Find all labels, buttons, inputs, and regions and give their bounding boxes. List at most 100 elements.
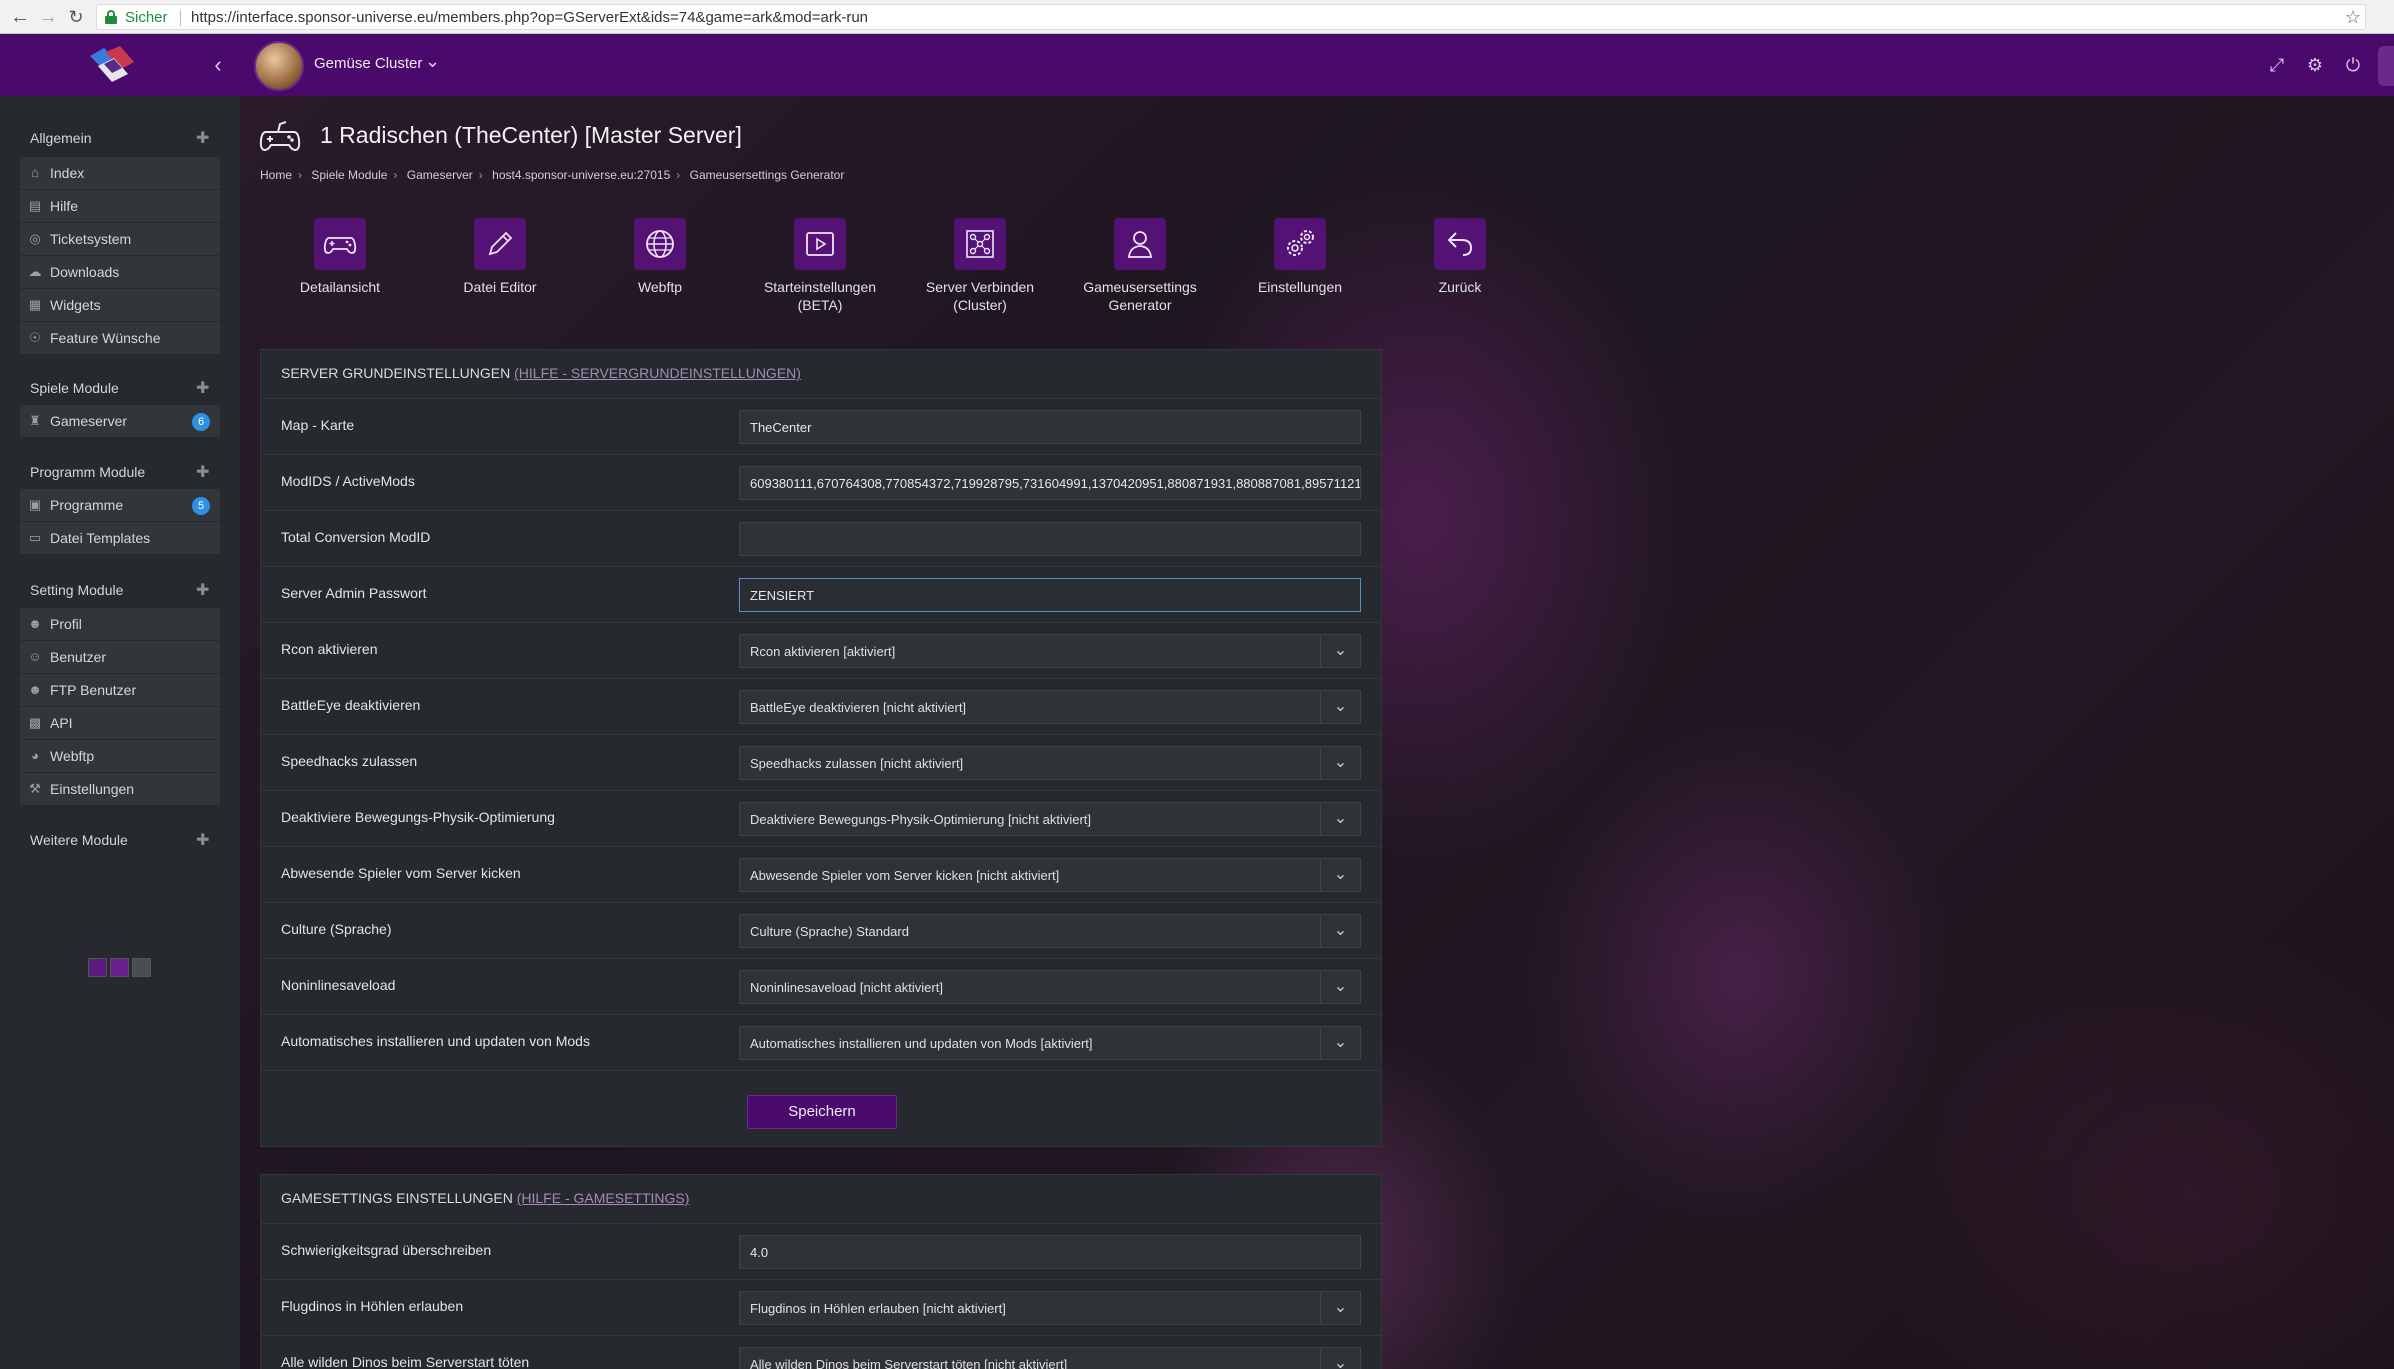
address-bar[interactable]: Sicher https://interface.sponsor-univers… <box>96 4 2366 30</box>
power-icon[interactable]: ⏻ <box>2340 52 2366 78</box>
auto-mod-update-select[interactable]: Automatisches installieren und updaten v… <box>739 1026 1361 1060</box>
add-icon[interactable]: ✚ <box>196 462 209 482</box>
panel-edge-tab[interactable] <box>2378 46 2394 86</box>
chevron-down-icon[interactable]: ⌄ <box>1320 1027 1360 1059</box>
ftp-user-icon: ☻ <box>28 682 42 697</box>
map-input[interactable]: TheCenter <box>739 410 1361 444</box>
sidebar-item-profil[interactable]: ☻ Profil <box>20 608 220 641</box>
sidebar-item-downloads[interactable]: ☁ Downloads <box>20 256 220 289</box>
modids-input[interactable]: 609380111,670764308,770854372,719928795,… <box>739 466 1361 500</box>
gear-icon[interactable]: ⚙ <box>2302 52 2328 78</box>
sidebar-item-datei-templates[interactable]: ▭ Datei Templates <box>20 522 220 555</box>
chevron-down-icon[interactable]: ⌄ <box>1320 859 1360 891</box>
sidebar: Allgemein ✚ ⌂ Index ▤ Hilfe ◎ Ticketsystem … <box>0 96 240 1369</box>
quick-action-server-verbinden[interactable]: Server Verbinden (Cluster) <box>900 218 1060 314</box>
sidebar-collapse-icon[interactable]: ‹ <box>206 53 230 77</box>
bookmark-star-icon[interactable]: ☆ <box>2345 7 2361 28</box>
breadcrumb-item[interactable]: Spiele Module <box>311 168 387 182</box>
chevron-down-icon[interactable]: ⌄ <box>1320 1348 1360 1369</box>
server-grundeinstellungen-panel: SERVER GRUNDEINSTELLUNGEN (HILFE - SERVE… <box>260 349 1382 1147</box>
kill-wild-dinos-select[interactable]: Alle wilden Dinos beim Serverstart töten… <box>739 1347 1361 1369</box>
sidebar-item-ftp-benutzer[interactable]: ☻ FTP Benutzer <box>20 674 220 707</box>
sidebar-item-benutzer[interactable]: ☺ Benutzer <box>20 641 220 674</box>
sidebar-item-index[interactable]: ⌂ Index <box>20 157 220 190</box>
save-button[interactable]: Speichern <box>747 1095 897 1129</box>
add-icon[interactable]: ✚ <box>196 128 209 148</box>
chevron-down-icon[interactable]: ⌄ <box>1320 635 1360 667</box>
breadcrumb-item[interactable]: Gameserver <box>407 168 473 182</box>
avatar[interactable] <box>254 41 304 91</box>
quick-action-label: Server Verbinden (Cluster) <box>925 279 1035 313</box>
theme-swatch-violet[interactable] <box>110 958 129 977</box>
add-icon[interactable]: ✚ <box>196 580 209 600</box>
sidebar-item-einstellungen[interactable]: ⚒ Einstellungen <box>20 773 220 806</box>
chevron-down-icon[interactable]: ⌄ <box>1320 747 1360 779</box>
sidebar-item-widgets[interactable]: ▦ Widgets <box>20 289 220 322</box>
breadcrumb-item[interactable]: host4.sponsor-universe.eu:27015 <box>492 168 670 182</box>
form-row: BattleEye deaktivieren BattleEye deaktiv… <box>261 678 1381 734</box>
form-row: Noninlinesaveload Noninlinesaveload [nic… <box>261 958 1381 1014</box>
brand-logo-icon[interactable] <box>84 44 140 84</box>
chevron-down-icon[interactable]: ⌄ <box>1320 971 1360 1003</box>
help-link[interactable]: (HILFE - SERVERGRUNDEINSTELLUNGEN) <box>514 365 801 381</box>
sidebar-item-hilfe[interactable]: ▤ Hilfe <box>20 190 220 223</box>
breadcrumb-item[interactable]: Home <box>260 168 292 182</box>
reload-icon[interactable]: ↻ <box>64 5 88 29</box>
flyers-in-caves-select[interactable]: Flugdinos in Höhlen erlauben [nicht akti… <box>739 1291 1361 1325</box>
quick-action-gameusersettings-generator[interactable]: Gameusersettings Generator <box>1060 218 1220 314</box>
field-label: BattleEye deaktivieren <box>281 697 421 713</box>
url-text[interactable]: https://interface.sponsor-universe.eu/me… <box>191 9 868 26</box>
sidebar-item-webftp[interactable]: ◕ Webftp <box>20 740 220 773</box>
add-icon[interactable]: ✚ <box>196 830 209 850</box>
kick-idle-select[interactable]: Abwesende Spieler vom Server kicken [nic… <box>739 858 1361 892</box>
sidebar-item-label: Gameserver <box>50 413 128 429</box>
chevron-down-icon[interactable]: ⌄ <box>1320 1292 1360 1324</box>
noninlinesaveload-select[interactable]: Noninlinesaveload [nicht aktiviert] ⌄ <box>739 970 1361 1004</box>
chevron-down-icon[interactable]: ⌄ <box>1320 915 1360 947</box>
quick-action-datei-editor[interactable]: Datei Editor <box>420 218 580 296</box>
field-label: Server Admin Passwort <box>281 585 427 601</box>
theme-swatch-purple[interactable] <box>88 958 107 977</box>
physics-optimization-select[interactable]: Deaktiviere Bewegungs-Physik-Optimierung… <box>739 802 1361 836</box>
cluster-name[interactable]: Gemüse Cluster <box>314 55 422 72</box>
sidebar-item-feature-wuensche[interactable]: ☉ Feature Wünsche <box>20 322 220 355</box>
total-conversion-input[interactable] <box>739 522 1361 556</box>
help-link[interactable]: (HILFE - GAMESETTINGS) <box>517 1190 690 1206</box>
sidebar-item-gameserver[interactable]: ♜ Gameserver 6 <box>20 405 220 438</box>
form-row: Automatisches installieren und updaten v… <box>261 1014 1381 1070</box>
form-row: Speedhacks zulassen Speedhacks zulassen … <box>261 734 1381 790</box>
quick-action-zurueck[interactable]: Zurück <box>1380 218 1540 296</box>
quick-action-einstellungen[interactable]: Einstellungen <box>1220 218 1380 296</box>
difficulty-input[interactable]: 4.0 <box>739 1235 1361 1269</box>
panel-title: SERVER GRUNDEINSTELLUNGEN <box>281 365 511 381</box>
form-row: ModIDS / ActiveMods 609380111,670764308,… <box>261 454 1381 510</box>
quick-action-detailansicht[interactable]: Detailansicht <box>260 218 420 296</box>
fullscreen-icon[interactable]: ⤢ <box>2264 52 2290 78</box>
forward-arrow-icon[interactable]: → <box>36 5 60 29</box>
chevron-down-icon[interactable]: ⌄ <box>1320 803 1360 835</box>
field-label: Culture (Sprache) <box>281 921 392 937</box>
sidebar-item-api[interactable]: ▩ API <box>20 707 220 740</box>
culture-select[interactable]: Culture (Sprache) Standard ⌄ <box>739 914 1361 948</box>
field-label: Rcon aktivieren <box>281 641 378 657</box>
back-arrow-icon[interactable]: ← <box>8 5 32 29</box>
admin-password-input[interactable]: ZENSIERT <box>739 578 1361 612</box>
chevron-down-icon[interactable]: ⌄ <box>425 51 445 75</box>
form-row: Total Conversion ModID <box>261 510 1381 566</box>
add-icon[interactable]: ✚ <box>196 378 209 398</box>
user-icon: ☻ <box>28 616 42 631</box>
speedhacks-select[interactable]: Speedhacks zulassen [nicht aktiviert] ⌄ <box>739 746 1361 780</box>
undo-icon <box>1434 218 1486 270</box>
gamepad-icon <box>314 218 366 270</box>
quick-action-starteinstellungen[interactable]: Starteinstellungen (BETA) <box>740 218 900 314</box>
select-value: Noninlinesaveload [nicht aktiviert] <box>750 980 943 995</box>
quick-action-webftp[interactable]: Webftp <box>580 218 740 296</box>
theme-swatch-grey[interactable] <box>132 958 151 977</box>
url-separator <box>180 10 181 26</box>
battleye-select[interactable]: BattleEye deaktivieren [nicht aktiviert]… <box>739 690 1361 724</box>
rcon-select[interactable]: Rcon aktivieren [aktiviert] ⌄ <box>739 634 1361 668</box>
chevron-down-icon[interactable]: ⌄ <box>1320 691 1360 723</box>
sidebar-item-ticketsystem[interactable]: ◎ Ticketsystem <box>20 223 220 256</box>
sidebar-item-programme[interactable]: ▣ Programme 5 <box>20 489 220 522</box>
sidebar-section-title: Allgemein <box>30 130 92 146</box>
